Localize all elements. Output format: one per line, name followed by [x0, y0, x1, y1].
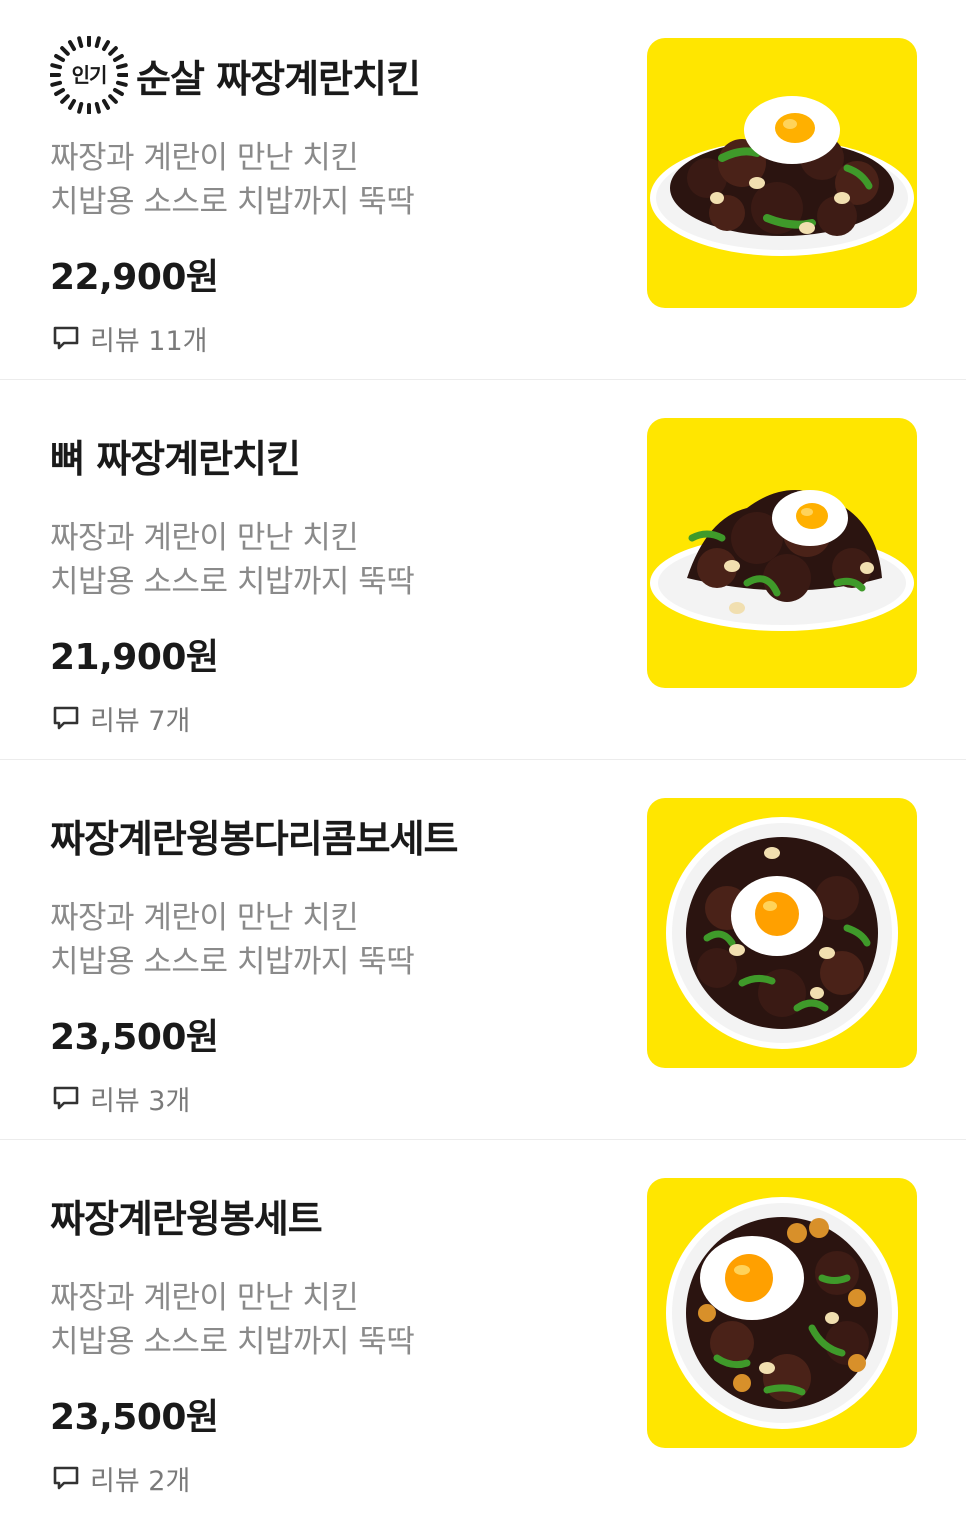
jjajang-egg-chicken-boneless-plate-image: [650, 96, 914, 256]
menu-item-description-line: 짜장과 계란이 만난 치킨: [50, 1280, 359, 1316]
menu-item-review-count[interactable]: 리뷰 2개: [50, 1458, 190, 1498]
menu-item-title: 순살 짜장계란치킨: [136, 56, 421, 101]
menu-item-description-line: 치밥용 소스로 치밥까지 뚝딱: [50, 944, 415, 980]
popular-badge: 인기: [50, 36, 128, 114]
menu-item-price: 21,900원: [50, 637, 219, 678]
menu-item-review-count[interactable]: 리뷰 3개: [50, 1078, 190, 1118]
menu-item-title: 뼈 짜장계란치킨: [50, 436, 301, 481]
menu-item-review-label: 리뷰 2개: [90, 1465, 191, 1497]
menu-item-description-line: 치밥용 소스로 치밥까지 뚝딱: [50, 184, 415, 220]
speech-bubble-icon: [53, 1466, 79, 1490]
menu-item-review-count[interactable]: 리뷰 11개: [50, 318, 207, 358]
menu-item-title: 짜장계란윙봉세트: [50, 1196, 323, 1241]
menu-item[interactable]: 인기 순살 짜장계란치킨 짜장과 계란이 만난 치킨 치밥용 소스로 치밥까지 …: [0, 0, 966, 380]
menu-item-description: 짜장과 계란이 만난 치킨 치밥용 소스로 치밥까지 뚝딱: [50, 136, 415, 224]
menu-item-title-row: 인기 순살 짜장계란치킨: [50, 36, 421, 114]
speech-bubble-icon: [53, 706, 79, 730]
menu-item-review-count[interactable]: 리뷰 7개: [50, 698, 190, 738]
menu-item-description-line: 짜장과 계란이 만난 치킨: [50, 900, 359, 936]
popular-badge-label: 인기: [71, 63, 108, 87]
menu-item-description-line: 치밥용 소스로 치밥까지 뚝딱: [50, 564, 415, 600]
menu-item-title-row: 뼈 짜장계란치킨: [50, 420, 301, 490]
jjajang-egg-chicken-bone-plate-image: [650, 490, 914, 631]
menu-item-description: 짜장과 계란이 만난 치킨 치밥용 소스로 치밥까지 뚝딱: [50, 896, 415, 984]
menu-item-description-line: 짜장과 계란이 만난 치킨: [50, 520, 359, 556]
menu-item-image[interactable]: [647, 798, 917, 1068]
menu-item-image[interactable]: [647, 1178, 917, 1448]
menu-item-description-line: 짜장과 계란이 만난 치킨: [50, 140, 359, 176]
menu-item-description-line: 치밥용 소스로 치밥까지 뚝딱: [50, 1324, 415, 1360]
menu-list: 인기 순살 짜장계란치킨 짜장과 계란이 만난 치킨 치밥용 소스로 치밥까지 …: [0, 0, 966, 1520]
speech-bubble-icon: [53, 326, 79, 350]
jjajang-egg-wingbong-set-plate-image: [666, 1197, 898, 1429]
menu-item-description: 짜장과 계란이 만난 치킨 치밥용 소스로 치밥까지 뚝딱: [50, 1276, 415, 1364]
menu-item-price: 22,900원: [50, 257, 219, 298]
menu-item-image[interactable]: [647, 418, 917, 688]
menu-item[interactable]: 짜장계란윙봉다리콤보세트 짜장과 계란이 만난 치킨 치밥용 소스로 치밥까지 …: [0, 760, 966, 1140]
menu-item-image[interactable]: [647, 38, 917, 308]
jjajang-egg-wing-drumstick-combo-plate-image: [666, 817, 898, 1049]
menu-item[interactable]: 짜장계란윙봉세트 짜장과 계란이 만난 치킨 치밥용 소스로 치밥까지 뚝딱 2…: [0, 1140, 966, 1520]
speech-bubble-icon: [53, 1086, 79, 1110]
menu-item-description: 짜장과 계란이 만난 치킨 치밥용 소스로 치밥까지 뚝딱: [50, 516, 415, 604]
menu-item-title-row: 짜장계란윙봉세트: [50, 1180, 323, 1250]
menu-item-price: 23,500원: [50, 1397, 219, 1438]
menu-item-title-row: 짜장계란윙봉다리콤보세트: [50, 800, 459, 870]
menu-item-review-label: 리뷰 3개: [90, 1085, 191, 1117]
menu-item-review-label: 리뷰 7개: [90, 705, 191, 737]
menu-item[interactable]: 뼈 짜장계란치킨 짜장과 계란이 만난 치킨 치밥용 소스로 치밥까지 뚝딱 2…: [0, 380, 966, 760]
menu-item-review-label: 리뷰 11개: [90, 325, 208, 357]
menu-item-title: 짜장계란윙봉다리콤보세트: [50, 816, 459, 861]
menu-item-price: 23,500원: [50, 1017, 219, 1058]
